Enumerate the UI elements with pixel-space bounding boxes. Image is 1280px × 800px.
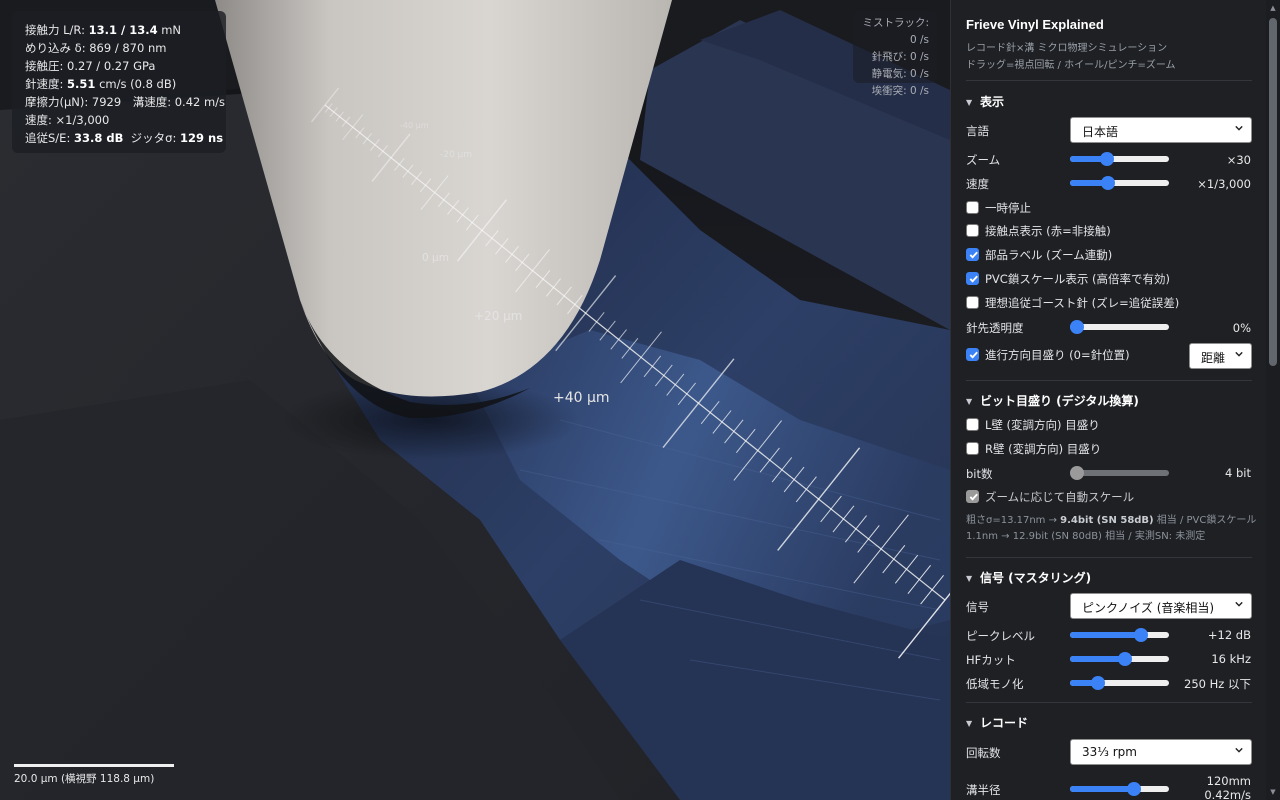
scale-bar-label: 20.0 μm (横視野 118.8 μm): [14, 773, 155, 785]
ruler-tick-label: -40 μm: [400, 121, 429, 130]
control-panel: Frieve Vinyl Explained レコード針×溝 ミクロ物理シミュレ…: [950, 0, 1280, 800]
zoom-value: ×30: [1226, 153, 1251, 167]
section-signal-header[interactable]: ▼ 信号 (マスタリング): [966, 569, 1091, 586]
language-label: 言語: [966, 124, 989, 138]
ruler-tick-label: -20 μm: [440, 150, 472, 160]
checkmark-icon: [969, 275, 978, 283]
ruler-tick-label: 0 μm: [422, 252, 449, 264]
speed-slider[interactable]: [1070, 176, 1169, 190]
hf-cut-value: 16 kHz: [1211, 652, 1251, 666]
section-record-header[interactable]: ▼ レコード: [966, 714, 1028, 731]
divider: [966, 702, 1252, 703]
divider: [966, 380, 1252, 381]
peak-level-slider[interactable]: [1070, 628, 1169, 642]
caret-down-icon: ▼: [966, 574, 973, 583]
low-mono-value: 250 Hz 以下: [1184, 677, 1251, 691]
stat-stylus-velocity: 針速度: 5.51 cm/s (0.8 dB): [25, 77, 177, 91]
groove-radius-slider[interactable]: [1070, 782, 1169, 796]
scale-bar: [14, 764, 174, 767]
speed-value: ×1/3,000: [1197, 177, 1251, 191]
panel-subtitle: レコード針×溝 ミクロ物理シミュレーション: [966, 43, 1168, 54]
counter-static: 静電気: 0 /s: [871, 68, 929, 80]
hf-cut-label: HFカット: [966, 653, 1016, 667]
low-mono-slider[interactable]: [1070, 676, 1169, 690]
chevron-down-icon: [1235, 747, 1243, 753]
simulation-viewport[interactable]: -40 μm -20 μm 0 μm +20 μm +40 μm 接触力 L/R: 13…: [0, 0, 950, 800]
chevron-down-icon: [1235, 601, 1243, 607]
stat-indentation: めり込み δ: 869 / 870 nm: [25, 41, 167, 55]
ruler-mode-select[interactable]: 距離: [1189, 343, 1252, 369]
divider: [966, 80, 1252, 81]
counter-mistrack: ミストラック: 0 /s: [862, 17, 929, 46]
signal-label: 信号: [966, 600, 989, 614]
chevron-down-icon: [1235, 125, 1243, 131]
panel-scrollbar[interactable]: ▲ ▼: [1266, 0, 1280, 800]
low-mono-label: 低域モノ化: [966, 677, 1024, 691]
signal-select[interactable]: ピンクノイズ (音楽相当): [1070, 593, 1252, 619]
stat-contact-force: 接触力 L/R: 13.1 / 13.4 mN: [25, 23, 182, 37]
scrollbar-thumb[interactable]: [1269, 18, 1277, 366]
bits-slider[interactable]: [1070, 466, 1169, 480]
tip-opacity-label: 針先透明度: [966, 321, 1024, 335]
bits-note-line1: 粗さσ=13.17nm → 9.4bit (SN 58dB) 相当 / PVC鎖…: [966, 515, 1257, 526]
zoom-slider[interactable]: [1070, 152, 1169, 166]
stat-friction: 摩擦力(μN): 7929 溝速度: 0.42 m/s: [25, 95, 226, 109]
ruler-tick-label: +40 μm: [553, 390, 610, 406]
hf-cut-slider[interactable]: [1070, 652, 1169, 666]
zoom-label: ズーム: [966, 153, 1001, 167]
tip-opacity-value: 0%: [1232, 321, 1251, 335]
bits-note-line2: 1.1nm → 12.9bit (SN 80dB) 相当 / 実測SN: 未測定: [966, 531, 1206, 542]
section-bits-header[interactable]: ▼ ビット目盛り (デジタル換算): [966, 392, 1139, 409]
panel-hint: ドラッグ=視点回転 / ホイール/ピンチ=ズーム: [966, 60, 1176, 71]
scroll-down-icon[interactable]: ▼: [1269, 788, 1277, 796]
event-counters: ミストラック: 0 /s 針飛び: 0 /s 静電気: 0 /s 埃衝突: 0 …: [853, 11, 937, 97]
speed-label: 速度: [966, 177, 989, 191]
divider: [966, 557, 1252, 558]
contact-stats-overlay: 接触力 L/R: 13.1 / 13.4 mN めり込み δ: 869 / 87…: [12, 11, 226, 153]
checkmark-icon: [969, 351, 978, 359]
rpm-label: 回転数: [966, 746, 1001, 760]
groove-radius-value: 120mm 0.42m/s: [1204, 774, 1251, 800]
caret-down-icon: ▼: [966, 397, 973, 406]
panel-title: Frieve Vinyl Explained: [966, 17, 1104, 32]
stat-speed: 速度: ×1/3,000: [25, 113, 110, 127]
scroll-up-icon[interactable]: ▲: [1269, 4, 1277, 12]
tip-opacity-slider[interactable]: [1070, 320, 1169, 334]
peak-level-value: +12 dB: [1207, 628, 1251, 642]
chevron-down-icon: [1235, 351, 1243, 357]
stat-tracking: 追従S/E: 33.8 dB ジッタσ: 129 ns: [25, 131, 224, 145]
section-display-header[interactable]: ▼ 表示: [966, 93, 1004, 110]
language-select[interactable]: 日本語: [1070, 117, 1252, 143]
caret-down-icon: ▼: [966, 719, 973, 728]
caret-down-icon: ▼: [966, 98, 973, 107]
bits-label: bit数: [966, 467, 993, 481]
rpm-select[interactable]: 33⅓ rpm: [1070, 739, 1252, 765]
counter-dust: 埃衝突: 0 /s: [871, 85, 929, 97]
checkmark-icon: [969, 493, 978, 501]
stat-contact-pressure: 接触圧: 0.27 / 0.27 GPa: [25, 59, 156, 73]
ruler-tick-label: +20 μm: [474, 309, 522, 323]
groove-radius-label: 溝半径: [966, 783, 1001, 797]
counter-skip: 針飛び: 0 /s: [871, 51, 929, 63]
checkmark-icon: [969, 251, 978, 259]
bits-value: 4 bit: [1225, 466, 1251, 480]
peak-level-label: ピークレベル: [966, 629, 1035, 643]
